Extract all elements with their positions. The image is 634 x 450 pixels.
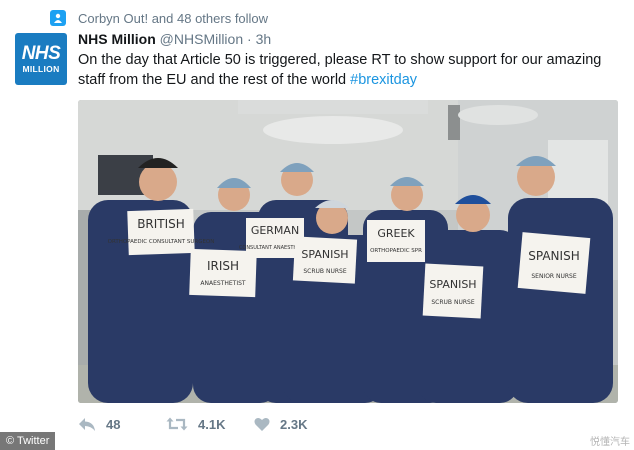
- sign-3: SPANISH SCRUB NURSE: [292, 236, 358, 284]
- watermark-text: 悦懂汽车: [590, 437, 630, 448]
- sign-4-word: GREEK: [377, 227, 415, 240]
- tweet-actions: 48 4.1K 2.3K: [78, 416, 342, 432]
- account-name[interactable]: NHS Million: [78, 31, 156, 47]
- tweet-header: NHS Million @NHSMillion · 3h: [78, 31, 271, 47]
- avatar-line2: MILLION: [22, 64, 60, 75]
- sign-6-sub: SENIOR NURSE: [531, 273, 577, 280]
- person-follow-icon: [50, 10, 66, 26]
- sign-0-sub: ORTHOPAEDIC CONSULTANT SURGEON: [108, 239, 215, 245]
- account-handle[interactable]: @NHSMillion: [160, 31, 243, 47]
- sign-4: GREEK ORTHOPAEDIC SPR: [367, 220, 425, 262]
- reply-icon: [79, 418, 95, 431]
- retweet-count: 4.1K: [198, 416, 226, 432]
- heart-icon: [254, 417, 270, 431]
- sign-1-word: IRISH: [207, 259, 239, 273]
- operating-theatre-photo: BRITISH ORTHOPAEDIC CONSULTANT SURGEON I…: [78, 100, 618, 403]
- retweet-button[interactable]: 4.1K: [166, 416, 254, 432]
- twitter-badge-text: © Twitter: [6, 435, 50, 447]
- social-context-text: Corbyn Out! and 48 others follow: [78, 10, 269, 26]
- avatar[interactable]: NHS MILLION: [15, 33, 67, 85]
- sign-5-word: SPANISH: [429, 278, 476, 291]
- tweet-text: On the day that Article 50 is triggered,…: [78, 50, 623, 90]
- social-context[interactable]: Corbyn Out! and 48 others follow: [50, 8, 268, 28]
- sign-3-sub: SCRUB NURSE: [303, 268, 346, 275]
- sign-0-word: BRITISH: [137, 217, 185, 231]
- avatar-line1: NHS: [21, 43, 61, 65]
- like-count: 2.3K: [280, 416, 308, 432]
- sign-4-sub: ORTHOPAEDIC SPR: [370, 248, 422, 254]
- sign-6: SPANISH SENIOR NURSE: [517, 232, 591, 294]
- watermark: 悦懂汽车: [590, 433, 630, 448]
- hashtag-link[interactable]: #brexitday: [350, 72, 417, 88]
- sign-2-word: GERMAN: [251, 224, 299, 237]
- twitter-badge: © Twitter: [0, 432, 56, 450]
- tweet-photo[interactable]: BRITISH ORTHOPAEDIC CONSULTANT SURGEON I…: [78, 100, 618, 403]
- sign-1-sub: ANAESTHETIST: [200, 280, 246, 287]
- reply-button[interactable]: 48: [78, 416, 166, 432]
- like-button[interactable]: 2.3K: [254, 417, 342, 432]
- sign-5: SPANISH SCRUB NURSE: [422, 263, 484, 319]
- sign-6-word: SPANISH: [528, 249, 579, 263]
- tweet-time[interactable]: 3h: [256, 31, 272, 47]
- sign-3-word: SPANISH: [301, 248, 348, 261]
- reply-count: 48: [106, 416, 121, 432]
- separator: ·: [247, 31, 252, 47]
- sign-5-sub: SCRUB NURSE: [431, 299, 474, 306]
- retweet-icon: [166, 417, 188, 431]
- tweet-body: On the day that Article 50 is triggered,…: [78, 52, 602, 88]
